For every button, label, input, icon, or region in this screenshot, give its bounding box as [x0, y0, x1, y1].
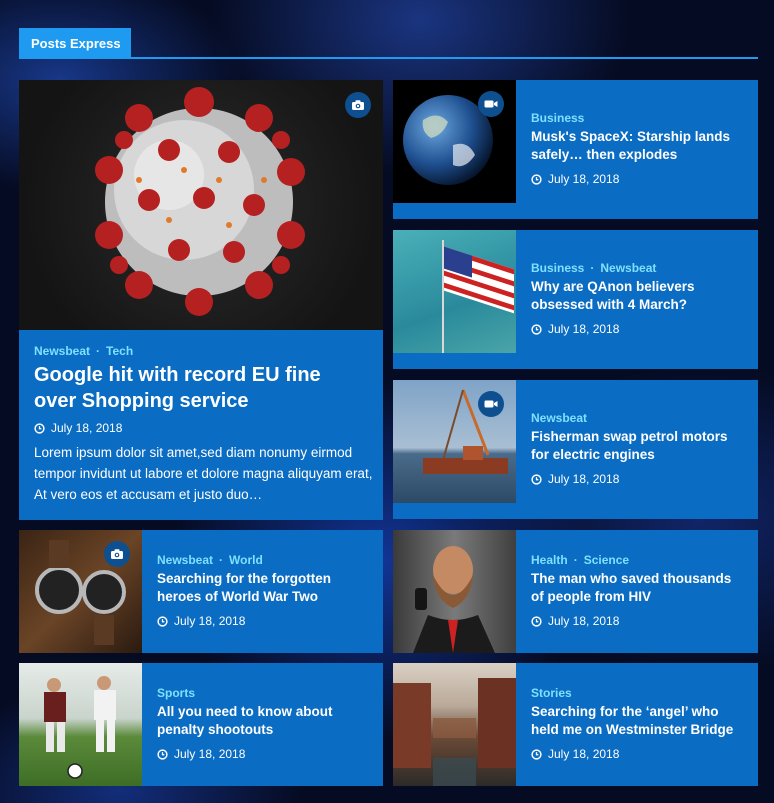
post-categories: Newsbeat — [531, 411, 587, 425]
post-date: July 18, 2018 — [531, 172, 619, 186]
warehouse-illustration — [393, 678, 516, 786]
post-image-man[interactable] — [393, 530, 516, 653]
post-title[interactable]: Why are QAnon believers obsessed with 4 … — [531, 278, 746, 314]
virus-illustration — [95, 87, 305, 316]
category-link[interactable]: Newsbeat — [531, 411, 587, 425]
video-icon — [484, 399, 498, 409]
post-card[interactable]: Business Musk's SpaceX: Starship lands s… — [393, 80, 758, 219]
featured-post-date: July 18, 2018 — [34, 421, 122, 435]
video-icon — [484, 99, 498, 109]
post-image-football[interactable] — [19, 663, 142, 786]
clock-icon — [531, 174, 542, 185]
featured-post-categories: Newsbeat · Tech — [34, 344, 134, 358]
post-image-watches[interactable] — [19, 530, 142, 653]
section-divider — [19, 57, 758, 59]
featured-post-card[interactable]: Newsbeat · Tech Google hit with record EU … — [19, 80, 383, 520]
clock-icon — [34, 423, 45, 434]
camera-icon — [351, 99, 365, 111]
category-link[interactable]: Newsbeat — [34, 344, 90, 358]
football-illustration — [44, 676, 116, 779]
post-date: July 18, 2018 — [157, 747, 245, 761]
post-date: July 18, 2018 — [531, 614, 619, 628]
post-date: July 18, 2018 — [157, 614, 245, 628]
post-title[interactable]: Searching for the forgotten heroes of Wo… — [157, 570, 372, 606]
category-link[interactable]: Sports — [157, 686, 195, 700]
post-card[interactable]: Health · Science The man who saved thousan… — [393, 530, 758, 653]
category-link[interactable]: Business — [531, 111, 584, 125]
post-categories: Sports — [157, 686, 195, 700]
post-title[interactable]: Fisherman swap petrol motors for electri… — [531, 428, 746, 464]
category-link[interactable]: World — [229, 553, 263, 567]
featured-post-image-virus[interactable] — [19, 80, 383, 330]
post-card[interactable]: Business · Newsbeat Why are QAnon believer… — [393, 230, 758, 369]
post-card[interactable]: Newsbeat · World Searching for the forgott… — [19, 530, 383, 653]
post-title[interactable]: All you need to know about penalty shoot… — [157, 703, 372, 739]
post-title[interactable]: The man who saved thousands of people fr… — [531, 570, 746, 606]
video-badge — [478, 91, 504, 117]
clock-icon — [531, 616, 542, 627]
clock-icon — [531, 324, 542, 335]
post-image-flag[interactable] — [393, 230, 516, 353]
man-illustration — [413, 546, 495, 653]
camera-badge — [104, 541, 130, 567]
featured-post-excerpt: Lorem ipsum dolor sit amet,sed diam nonu… — [34, 445, 373, 502]
post-title[interactable]: Searching for the ‘angel’ who held me on… — [531, 703, 746, 739]
camera-icon — [110, 548, 124, 560]
post-categories: Newsbeat · World — [157, 553, 263, 567]
post-categories: Stories — [531, 686, 572, 700]
post-card[interactable]: Newsbeat Fisherman swap petrol motors fo… — [393, 380, 758, 519]
section-title[interactable]: Posts Express — [19, 28, 131, 58]
post-card[interactable]: Sports All you need to know about penalt… — [19, 663, 383, 786]
post-card[interactable]: Stories Searching for the ‘angel’ who he… — [393, 663, 758, 786]
post-categories: Business — [531, 111, 584, 125]
category-link[interactable]: Science — [584, 553, 629, 567]
post-date: July 18, 2018 — [531, 747, 619, 761]
category-link[interactable]: Business — [531, 261, 584, 275]
post-categories: Health · Science — [531, 553, 630, 567]
post-date: July 18, 2018 — [531, 472, 619, 486]
post-image-ship[interactable] — [393, 380, 516, 503]
category-link[interactable]: Newsbeat — [600, 261, 656, 275]
video-badge — [478, 391, 504, 417]
category-link[interactable]: Newsbeat — [157, 553, 213, 567]
category-link[interactable]: Stories — [531, 686, 572, 700]
clock-icon — [157, 749, 168, 760]
featured-post-title[interactable]: Google hit with record EU fine over Shop… — [34, 362, 354, 414]
clock-icon — [157, 616, 168, 627]
clock-icon — [531, 474, 542, 485]
category-link[interactable]: Tech — [106, 344, 133, 358]
post-date: July 18, 2018 — [531, 322, 619, 336]
clock-icon — [531, 749, 542, 760]
post-image-earth[interactable] — [393, 80, 516, 203]
flag-illustration — [442, 240, 514, 353]
post-title[interactable]: Musk's SpaceX: Starship lands safely… th… — [531, 128, 746, 164]
camera-badge — [345, 92, 371, 118]
post-image-bridge[interactable] — [393, 663, 516, 786]
category-link[interactable]: Health — [531, 553, 568, 567]
post-categories: Business · Newsbeat — [531, 261, 657, 275]
